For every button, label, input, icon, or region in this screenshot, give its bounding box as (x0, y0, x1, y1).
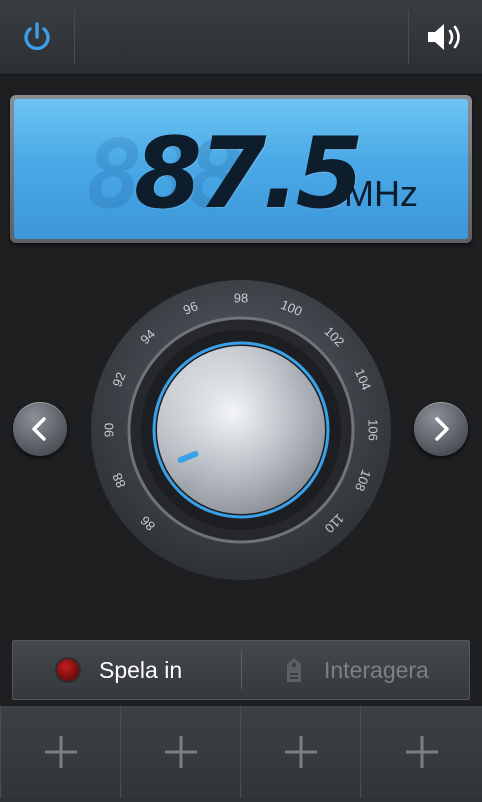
favorite-slot-1[interactable] (0, 706, 121, 798)
lcd-screen: 888 87.5 MHz (14, 99, 468, 239)
add-icon (44, 736, 77, 768)
tag-button[interactable]: Interagera (242, 641, 469, 699)
tag-icon (287, 658, 301, 682)
tag-label: Interagera (324, 657, 429, 683)
frequency-display: 888 87.5 MHz (10, 95, 472, 243)
record-label: Spela in (99, 657, 183, 683)
add-icon (405, 736, 438, 768)
frequency-value: 87.5 (134, 117, 364, 231)
dial-label: 90 (101, 423, 116, 437)
top-bar (0, 0, 482, 75)
speaker-volume-icon (428, 24, 460, 50)
add-icon (284, 736, 317, 768)
knob-sheen (157, 346, 325, 514)
dial-graphic: 86889092949698 100102104106108110 (91, 280, 391, 580)
volume-button[interactable] (408, 0, 482, 74)
dial-label: 106 (366, 419, 381, 441)
favorite-slot-4[interactable] (360, 706, 482, 798)
dial-label: 98 (234, 290, 248, 305)
frequency-unit: MHz (344, 173, 418, 214)
chevron-right-icon (435, 417, 449, 441)
favorite-slot-2[interactable] (120, 706, 241, 798)
seek-previous-button[interactable] (13, 402, 67, 456)
action-bar: Spela in Interagera (12, 640, 470, 700)
favorites-bar (0, 706, 482, 802)
power-icon (24, 22, 50, 51)
tuning-dial[interactable]: 86 88 90 92 94 96 98 100 102 104 106 108 110 (91, 280, 391, 580)
record-icon (57, 659, 79, 681)
seek-next-button[interactable] (414, 402, 468, 456)
divider (74, 10, 75, 64)
favorite-slot-3[interactable] (240, 706, 361, 798)
record-button[interactable]: Spela in (13, 641, 241, 699)
chevron-left-icon (32, 417, 46, 441)
add-icon (164, 736, 197, 768)
power-button[interactable] (0, 0, 74, 74)
